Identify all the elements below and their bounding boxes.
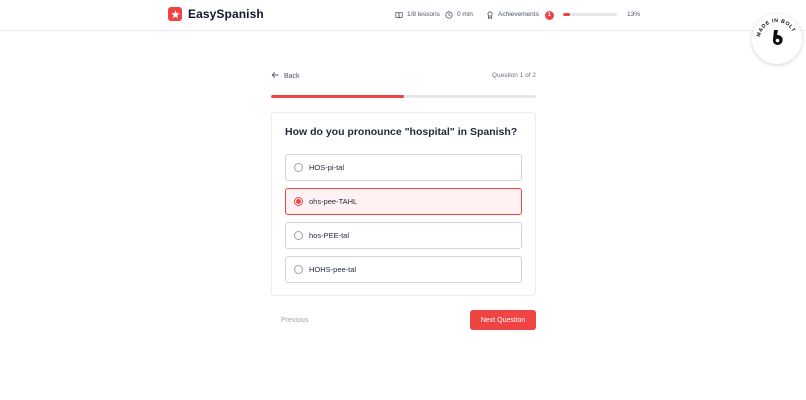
top-header: EasySpanish 1/8 lessons 0 min Achievemen… [0, 0, 806, 31]
course-progress-percent: 13% [627, 11, 641, 18]
answer-option-label: ohs-pee-TAHL [309, 196, 358, 206]
quiz-progress-fill [271, 95, 404, 98]
answer-option-label: hos-PEE-tal [309, 230, 350, 240]
course-progress-fill [563, 13, 571, 16]
next-question-button[interactable]: Next Question [470, 310, 536, 330]
answer-option-4[interactable]: HOHS-pee-tal [285, 256, 522, 283]
achievements-count-badge: 1 [544, 10, 554, 20]
question-counter: Question 1 of 2 [491, 72, 536, 79]
arrow-left-icon [271, 71, 279, 83]
achievements-stat[interactable]: Achievements 1 [486, 10, 554, 20]
clock-icon [445, 11, 453, 19]
star-logo-icon [168, 7, 182, 21]
radio-button-selected[interactable] [294, 197, 303, 206]
bolt-badge[interactable]: MADE IN BOLT [752, 14, 802, 64]
book-icon [395, 11, 403, 19]
radio-button[interactable] [294, 231, 303, 240]
answer-option-2[interactable]: ohs-pee-TAHL [285, 188, 522, 215]
previous-button[interactable]: Previous [281, 316, 308, 326]
lessons-count: 1/8 lessons [407, 11, 440, 18]
question-card: How do you pronounce "hospital" in Spani… [271, 112, 536, 296]
course-progress-bar [563, 13, 617, 16]
back-label: Back [284, 73, 300, 80]
brand[interactable]: EasySpanish [168, 7, 264, 21]
achievements-label: Achievements [498, 11, 539, 18]
answer-option-label: HOS-pi-tal [309, 162, 345, 172]
award-icon [486, 11, 494, 19]
time-stat: 0 min [445, 10, 473, 20]
radio-button[interactable] [294, 265, 303, 274]
brand-name: EasySpanish [188, 7, 264, 21]
question-text: How do you pronounce "hospital" in Spani… [285, 126, 518, 138]
time-value: 0 min [457, 11, 473, 18]
answer-option-label: HOHS-pee-tal [309, 264, 357, 274]
lessons-stat: 1/8 lessons [395, 10, 440, 20]
radio-button[interactable] [294, 163, 303, 172]
bolt-logo-icon: MADE IN BOLT [756, 18, 796, 45]
back-button[interactable]: Back [271, 71, 300, 83]
quiz-progress-bar [271, 95, 536, 98]
answer-option-3[interactable]: hos-PEE-tal [285, 222, 522, 249]
radio-dot [296, 199, 301, 204]
answer-option-1[interactable]: HOS-pi-tal [285, 154, 522, 181]
